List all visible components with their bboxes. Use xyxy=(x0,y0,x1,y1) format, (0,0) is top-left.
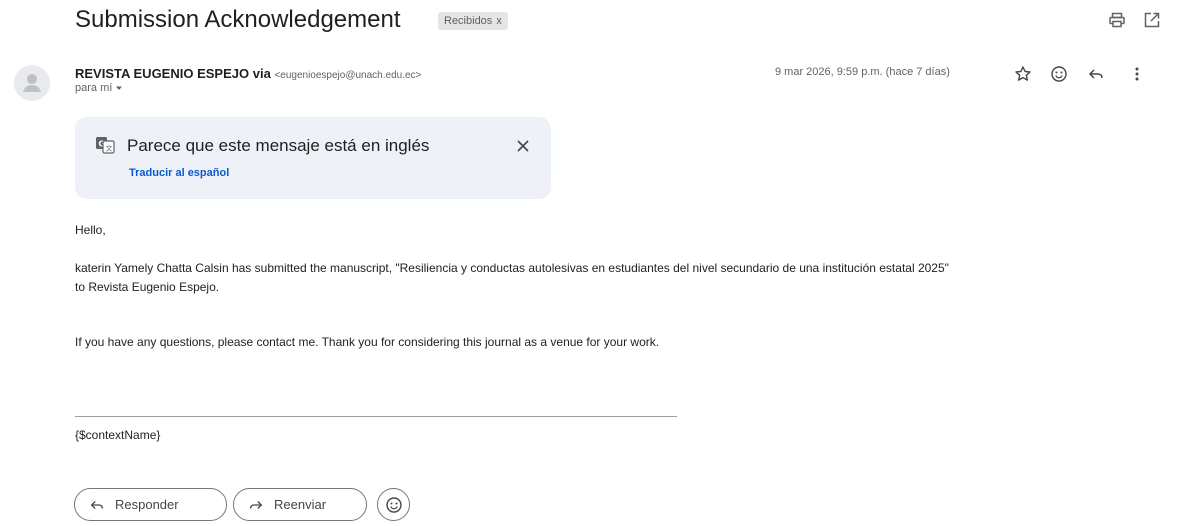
label-chip-text: Recibidos xyxy=(444,15,493,27)
open-in-new-window-icon[interactable] xyxy=(1140,8,1164,32)
sender-name[interactable]: REVISTA EUGENIO ESPEJO xyxy=(75,66,249,81)
translate-link[interactable]: Traducir al español xyxy=(129,167,229,179)
translate-icon: G文 xyxy=(95,136,115,159)
reply-button-label: Responder xyxy=(115,497,179,512)
email-date: 9 mar 2026, 9:59 p.m. (hace 7 días) xyxy=(775,66,950,78)
sender-avatar[interactable] xyxy=(14,65,50,101)
svg-text:文: 文 xyxy=(106,144,113,153)
sender-via: via xyxy=(252,66,271,81)
emoji-icon xyxy=(385,496,402,513)
star-icon[interactable] xyxy=(1012,63,1034,85)
label-chip-inbox[interactable]: Recibidos x xyxy=(438,12,508,30)
forward-button-label: Reenviar xyxy=(274,497,327,512)
reply-button[interactable]: Responder xyxy=(74,488,227,521)
remove-label-button[interactable]: x xyxy=(496,15,502,27)
emoji-icon[interactable] xyxy=(1048,63,1070,85)
close-icon[interactable] xyxy=(511,134,535,158)
translate-banner: G文 Parece que este mensaje está en inglé… xyxy=(75,117,551,199)
emoji-reaction-button[interactable] xyxy=(377,488,410,521)
signature-divider xyxy=(75,416,677,417)
recipient-details-toggle[interactable]: para mí xyxy=(75,82,123,94)
reply-icon xyxy=(90,500,103,509)
person-icon xyxy=(23,74,41,92)
forward-icon xyxy=(250,500,263,509)
body-paragraph-line-1: katerin Yamely Chatta Calsin has submitt… xyxy=(75,261,949,275)
body-paragraph-line-2: to Revista Eugenio Espejo. xyxy=(75,280,220,294)
sender-line: REVISTA EUGENIO ESPEJO via <eugenioespej… xyxy=(75,66,421,81)
recipient-label: para mí xyxy=(75,82,113,94)
translate-message: Parece que este mensaje está en inglés xyxy=(127,136,430,155)
body-paragraph-closing: If you have any questions, please contac… xyxy=(75,335,660,349)
sender-email: <eugenioespejo@unach.edu.ec> xyxy=(274,70,422,81)
chevron-down-icon xyxy=(116,86,123,90)
greeting: Hello, xyxy=(75,223,106,237)
signature: {$contextName} xyxy=(75,428,161,442)
email-subject: Submission Acknowledgement xyxy=(75,6,401,33)
forward-button[interactable]: Reenviar xyxy=(233,488,367,521)
print-icon[interactable] xyxy=(1105,8,1129,32)
reply-icon[interactable] xyxy=(1085,63,1107,85)
more-vert-icon[interactable] xyxy=(1126,63,1148,85)
